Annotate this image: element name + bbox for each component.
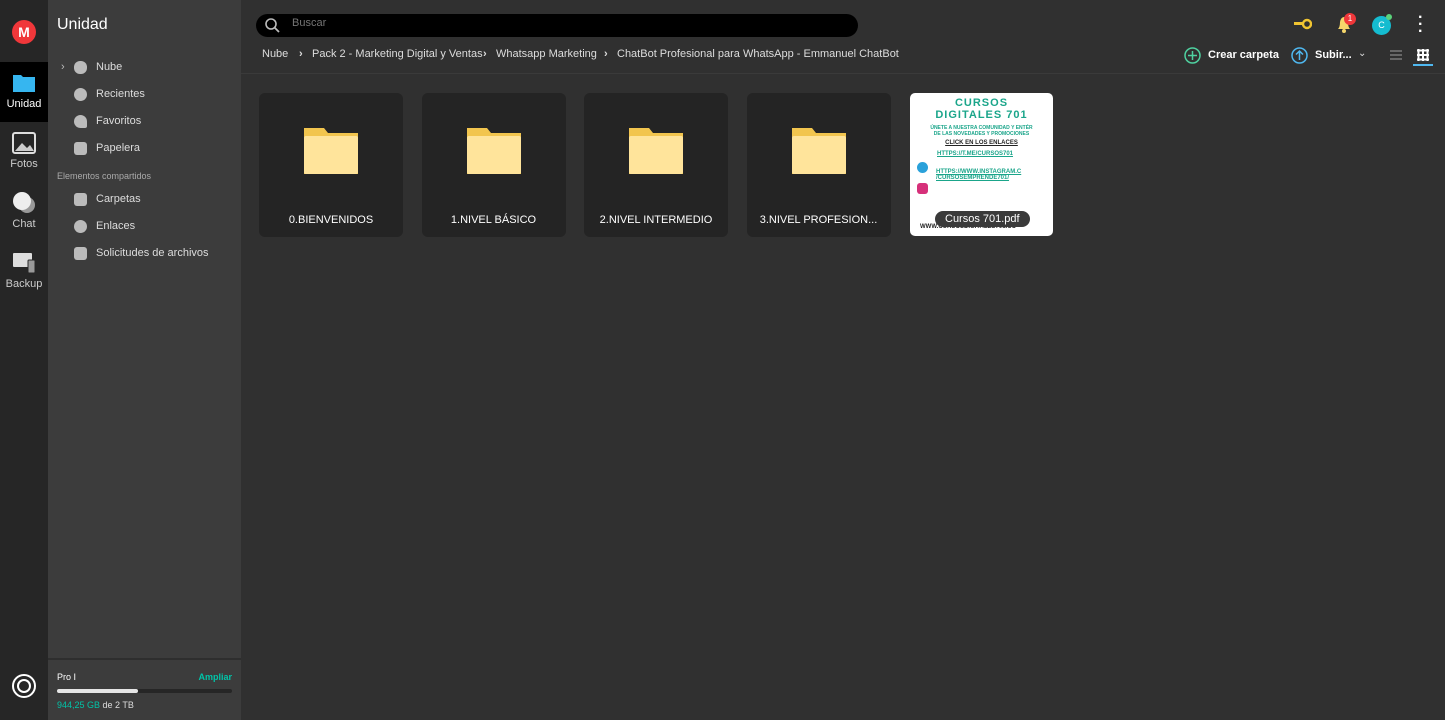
chat-icon <box>13 192 35 213</box>
chevron-right-icon: › <box>483 48 487 60</box>
sidebar-item-recientes[interactable]: Recientes <box>48 83 241 105</box>
rail-unidad[interactable]: Unidad <box>0 62 48 122</box>
search-bar[interactable] <box>256 14 858 37</box>
sidebar-item-nube[interactable]: › Nube <box>48 56 241 78</box>
label: Nube <box>96 61 123 73</box>
storage-panel: Pro I Ampliar 944,25 GB de 2 TB <box>48 658 241 720</box>
storage-used: 944,25 GB <box>57 700 101 710</box>
label: Recientes <box>96 88 145 100</box>
folder-tile[interactable]: 0.BIENVENIDOS <box>259 93 403 237</box>
file-tile-pdf[interactable]: CURSOS DIGITALES 701 ÚNETE A NUESTRA COM… <box>910 93 1053 236</box>
thumb-text: HTTPS://T.ME/CURSOS701 <box>937 151 1014 157</box>
folder-icon <box>466 128 521 174</box>
add-folder-icon <box>1184 47 1201 64</box>
label: Favoritos <box>96 115 142 127</box>
sidebar-item-favoritos[interactable]: Favoritos <box>48 110 241 132</box>
folder-icon <box>13 75 35 92</box>
heart-icon <box>74 115 87 128</box>
breadcrumb-item[interactable]: Whatsapp Marketing <box>496 48 597 60</box>
rail-fotos[interactable]: Fotos <box>0 122 48 182</box>
label: Papelera <box>96 142 141 154</box>
sidebar-item-carpetas[interactable]: Carpetas <box>48 188 241 210</box>
folder-name: 2.NIVEL INTERMEDIO <box>599 214 713 226</box>
breadcrumb-item[interactable]: ChatBot Profesional para WhatsApp - Emma… <box>617 48 899 60</box>
photos-icon <box>12 132 36 154</box>
more-menu-icon[interactable]: · · · <box>1418 10 1423 40</box>
file-request-icon <box>74 247 87 260</box>
create-folder-button[interactable]: Crear carpeta <box>1208 49 1279 61</box>
transfers-icon[interactable] <box>12 674 36 698</box>
notification-badge: 1 <box>1344 13 1356 25</box>
breadcrumb-item[interactable]: Pack 2 - Marketing Digital y Ventas <box>312 48 483 60</box>
folder-name: 3.NIVEL PROFESION... <box>759 214 878 226</box>
list-view-icon[interactable] <box>1390 50 1402 60</box>
label: Enlaces <box>96 220 136 232</box>
shared-section-title: Elementos compartidos <box>57 171 152 181</box>
folder-tile[interactable]: 2.NIVEL INTERMEDIO <box>584 93 728 237</box>
storage-total: de 2 TB <box>102 700 134 710</box>
thumb-text: CLICK EN LOS ENLACES <box>945 140 1018 146</box>
clock-icon <box>74 88 87 101</box>
chevron-right-icon: › <box>299 48 303 60</box>
shared-folder-icon <box>74 193 87 206</box>
telegram-icon <box>917 162 928 173</box>
storage-usage: 944,25 GB de 2 TB <box>57 700 134 710</box>
folder-icon <box>629 128 683 174</box>
chevron-down-icon[interactable]: ⌄ <box>1358 48 1366 59</box>
thumb-text: DE LAS NOVEDADES Y PROMOCIONES <box>933 131 1030 137</box>
online-status-dot <box>1386 14 1392 20</box>
plan-name: Pro I <box>57 672 77 682</box>
storage-bar-fill <box>57 689 138 693</box>
rail-backup[interactable]: Backup <box>0 242 48 302</box>
folder-icon <box>791 128 846 174</box>
folder-name: 1.NIVEL BÁSICO <box>450 214 537 226</box>
sidebar-title: Unidad <box>57 16 108 33</box>
topbar: 1 C ··· Nube›Pack 2 - Marketing Digital … <box>241 0 1445 74</box>
chevron-right-icon[interactable]: › <box>61 56 65 78</box>
label: Solicitudes de archivos <box>96 247 209 259</box>
upload-icon <box>1291 47 1308 64</box>
rail-label: Backup <box>5 278 43 290</box>
rail-label: Unidad <box>6 98 42 110</box>
key-icon[interactable] <box>1294 18 1312 30</box>
grid-view-icon[interactable] <box>1417 49 1429 61</box>
sidebar-item-enlaces[interactable]: Enlaces <box>48 215 241 237</box>
search-input[interactable] <box>292 17 832 29</box>
folder-tile[interactable]: 1.NIVEL BÁSICO <box>421 93 566 237</box>
file-name: Cursos 701.pdf <box>935 211 1030 227</box>
cloud-icon <box>74 61 87 74</box>
app-rail: M Unidad Fotos Chat Backup <box>0 0 48 720</box>
link-icon <box>74 220 87 233</box>
folder-icon <box>304 128 358 174</box>
upgrade-link[interactable]: Ampliar <box>198 672 232 682</box>
upload-button[interactable]: Subir... <box>1315 49 1352 61</box>
breadcrumb-item[interactable]: Nube <box>262 48 288 60</box>
active-view-indicator <box>1413 64 1433 66</box>
sidebar: Unidad › Nube Recientes Favoritos Papeler… <box>48 0 241 720</box>
chevron-right-icon: › <box>604 48 608 60</box>
storage-bar <box>57 689 232 693</box>
folder-name: 0.BIENVENIDOS <box>288 214 374 226</box>
thumb-text: /CURSOSEMPRENDE701/ <box>936 175 1010 181</box>
search-icon <box>265 18 280 33</box>
rail-label: Chat <box>12 218 36 230</box>
instagram-icon <box>917 183 928 194</box>
label: Carpetas <box>96 193 141 205</box>
rail-chat[interactable]: Chat <box>0 182 48 242</box>
sidebar-item-papelera[interactable]: Papelera <box>48 137 241 159</box>
mega-logo[interactable]: M <box>12 20 36 44</box>
folder-tile[interactable]: 3.NIVEL PROFESION... <box>746 93 891 237</box>
rail-label: Fotos <box>10 158 38 170</box>
backup-icon <box>13 253 36 274</box>
sidebar-item-solicitudes[interactable]: Solicitudes de archivos <box>48 242 241 264</box>
thumb-text: CURSOS <box>954 97 1009 109</box>
thumb-text: DIGITALES 701 <box>935 109 1028 121</box>
trash-icon <box>74 142 87 155</box>
